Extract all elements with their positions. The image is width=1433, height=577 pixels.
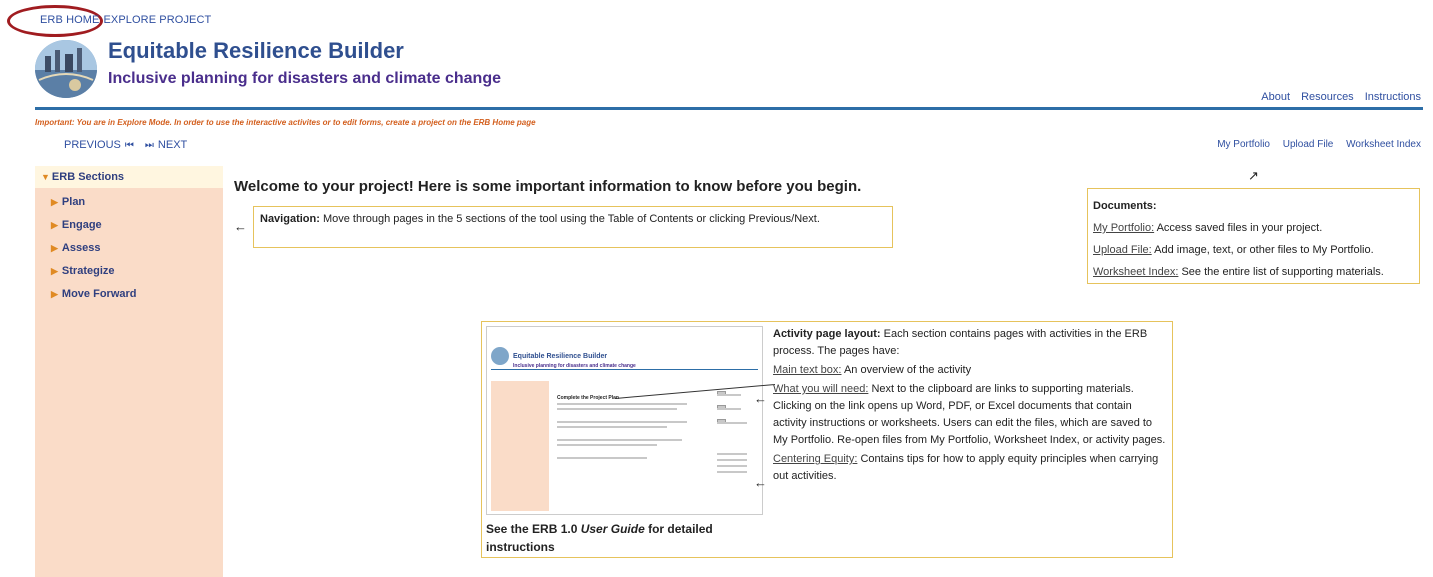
layout-description: Activity page layout: Each section conta… xyxy=(773,328,1166,482)
mini-right-column xyxy=(705,383,755,503)
sidebar-item-engage[interactable]: ▶ Engage xyxy=(35,214,223,237)
header-divider xyxy=(35,107,1423,110)
triangle-right-icon: ▶ xyxy=(51,220,58,230)
mini-sidebar xyxy=(491,381,549,511)
arrow-left-icon: ← xyxy=(754,391,767,406)
upload-file-link[interactable]: Upload File xyxy=(1283,139,1334,150)
triangle-right-icon: ▶ xyxy=(51,243,58,253)
resources-link[interactable]: Resources xyxy=(1301,91,1354,103)
worksheet-index-link[interactable]: Worksheet Index xyxy=(1346,139,1421,150)
skip-forward-icon: ⏭ xyxy=(144,140,154,151)
app-subtitle: Inclusive planning for disasters and cli… xyxy=(108,70,501,87)
arrow-left-icon: ← xyxy=(234,219,247,234)
app-title: Equitable Resilience Builder xyxy=(108,38,404,63)
pager: PREVIOUS ⏮ ⏭ NEXT xyxy=(64,139,187,151)
header-links: About Resources Instructions xyxy=(1253,91,1421,103)
sidebar-item-strategize[interactable]: ▶ Strategize xyxy=(35,260,223,283)
arrow-up-right-icon: ↗ xyxy=(1248,168,1259,183)
explore-mode-warning: Important: You are in Explore Mode. In o… xyxy=(35,118,536,127)
triangle-right-icon: ▶ xyxy=(51,289,58,299)
activity-layout-info-box: Equitable Resilience Builder Inclusive p… xyxy=(481,321,1173,558)
arrow-left-icon: ← xyxy=(754,475,767,490)
skip-back-icon: ⏮ xyxy=(124,140,134,151)
next-button[interactable]: ⏭ NEXT xyxy=(141,139,187,151)
sidebar-heading[interactable]: ▼ ERB Sections xyxy=(35,166,223,188)
user-guide-note: See the ERB 1.0 User Guide for detailed … xyxy=(486,522,713,554)
instructions-link[interactable]: Instructions xyxy=(1365,91,1421,103)
my-portfolio-link[interactable]: My Portfolio xyxy=(1217,139,1270,150)
triangle-right-icon: ▶ xyxy=(51,266,58,276)
utility-links: My Portfolio Upload File Worksheet Index xyxy=(1207,139,1421,150)
documents-heading: Documents: xyxy=(1093,200,1157,212)
explore-project-link[interactable]: EXPLORE PROJECT xyxy=(103,14,211,26)
top-nav: ERB HOME EXPLORE PROJECT xyxy=(40,14,215,26)
about-link[interactable]: About xyxy=(1261,91,1290,103)
previous-button[interactable]: PREVIOUS ⏮ xyxy=(64,139,138,151)
erb-logo xyxy=(35,40,97,98)
navigation-info-box: Navigation: Move through pages in the 5 … xyxy=(253,206,893,248)
sidebar: ▼ ERB Sections ▶ Plan ▶ Engage ▶ Assess ▶ Str… xyxy=(35,166,223,577)
sidebar-item-assess[interactable]: ▶ Assess xyxy=(35,237,223,260)
triangle-right-icon: ▶ xyxy=(51,197,58,207)
mini-subtitle: Inclusive planning for disasters and cli… xyxy=(513,363,636,369)
triangle-down-icon: ▼ xyxy=(41,172,50,182)
documents-info-box: Documents: My Portfolio: Access saved fi… xyxy=(1087,188,1420,284)
example-page-screenshot: Equitable Resilience Builder Inclusive p… xyxy=(486,326,763,515)
erb-home-link[interactable]: ERB HOME xyxy=(40,14,99,26)
sidebar-item-plan[interactable]: ▶ Plan xyxy=(35,191,223,214)
mini-logo xyxy=(491,347,509,365)
mini-divider xyxy=(491,369,758,370)
welcome-heading: Welcome to your project! Here is some im… xyxy=(234,178,862,195)
sidebar-item-move-forward[interactable]: ▶ Move Forward xyxy=(35,283,223,306)
